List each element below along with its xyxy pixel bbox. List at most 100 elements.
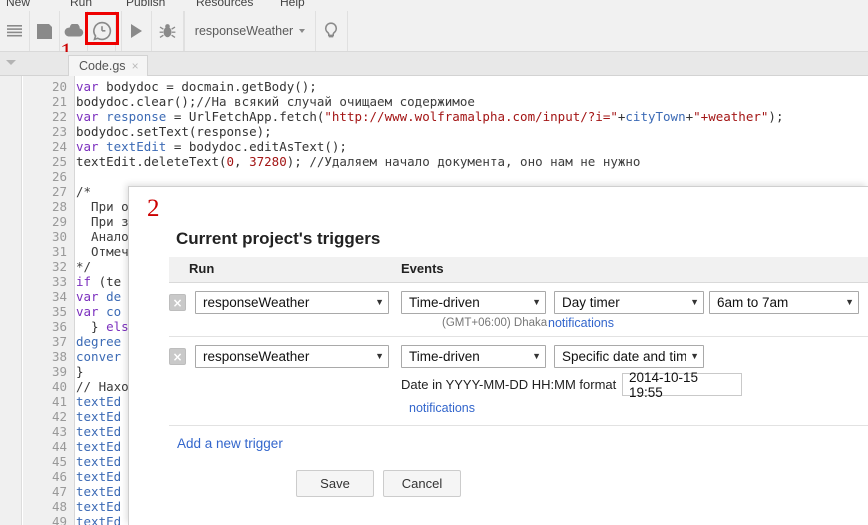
line-number: 27 <box>51 184 67 199</box>
code-line: */ <box>76 259 92 274</box>
line-number: 21 <box>51 94 67 109</box>
delete-trigger-button[interactable]: × <box>169 348 186 365</box>
triggers-clock-button[interactable] <box>88 11 116 51</box>
event-source-select[interactable]: Time-driven ▼ <box>401 291 546 314</box>
code-line: var de <box>76 289 122 304</box>
tab-label: Code.gs <box>79 59 126 73</box>
date-input-value: 2014-10-15 19:55 <box>629 369 699 400</box>
chevron-down-icon: ▼ <box>690 297 699 307</box>
chevron-down-icon <box>299 29 306 33</box>
line-number: 20 <box>51 79 67 94</box>
column-header-events: Events <box>401 261 444 276</box>
table-row: × responseWeather ▼ Time-driven ▼ Day ti… <box>169 283 868 337</box>
timer-type-select[interactable]: Day timer ▼ <box>554 291 704 314</box>
lightbulb-icon <box>324 22 337 38</box>
run-button[interactable] <box>121 11 152 51</box>
code-line: textEd <box>76 454 122 469</box>
chevron-down-icon[interactable] <box>6 60 16 65</box>
line-number: 43 <box>51 424 67 439</box>
line-number: 35 <box>51 304 67 319</box>
lightbulb-button[interactable] <box>314 11 348 51</box>
line-number: 39 <box>51 364 67 379</box>
line-number: 40 <box>51 379 67 394</box>
run-function-value: responseWeather <box>203 349 310 364</box>
debug-bug-icon <box>159 24 176 38</box>
event-source-value: Time-driven <box>409 295 480 310</box>
run-function-select[interactable]: responseWeather ▼ <box>195 345 389 368</box>
menu-lines-icon[interactable] <box>0 11 30 51</box>
function-selector[interactable]: responseWeather <box>184 11 316 51</box>
timer-type-select[interactable]: Specific date and tim ▼ <box>554 345 704 368</box>
debug-button[interactable] <box>152 11 184 51</box>
code-line: // Нахо <box>76 379 129 394</box>
code-line: textEd <box>76 469 122 484</box>
code-line: textEd <box>76 439 122 454</box>
chevron-down-icon: ▼ <box>532 351 541 361</box>
chevron-down-icon: ▼ <box>845 297 854 307</box>
menu-item-resources[interactable]: Resources <box>196 0 253 9</box>
code-line: var co <box>76 304 122 319</box>
function-selector-label: responseWeather <box>194 24 294 38</box>
line-number: 46 <box>51 469 67 484</box>
code-line: /* <box>76 184 92 199</box>
tab-code-gs[interactable]: Code.gs × <box>68 55 148 76</box>
code-line: textEd <box>76 499 122 514</box>
notifications-link[interactable]: notifications <box>409 401 475 415</box>
timer-type-value: Day timer <box>562 295 620 310</box>
close-icon[interactable]: × <box>132 59 139 73</box>
code-line: textEd <box>76 484 122 499</box>
save-button[interactable]: Save <box>296 470 374 497</box>
date-input[interactable]: 2014-10-15 19:55 <box>622 370 742 400</box>
code-line: conver <box>76 349 122 364</box>
menu-lines-glyph <box>7 24 22 36</box>
save-icon <box>37 23 52 39</box>
line-number: 47 <box>51 484 67 499</box>
time-range-select[interactable]: 6am to 7am ▼ <box>709 291 859 314</box>
line-number: 30 <box>51 229 67 244</box>
line-number: 36 <box>51 319 67 334</box>
delete-trigger-button[interactable]: × <box>169 294 186 311</box>
menu-item-help[interactable]: Help <box>280 0 305 9</box>
code-line: degree <box>76 334 122 349</box>
run-function-value: responseWeather <box>203 295 310 310</box>
event-source-select[interactable]: Time-driven ▼ <box>401 345 546 368</box>
code-line: bodydoc.setText(response); <box>76 124 272 139</box>
chevron-down-icon: ▼ <box>375 351 384 361</box>
time-range-value: 6am to 7am <box>717 295 789 310</box>
triggers-dialog: Current project's triggers Run Events × … <box>128 186 868 525</box>
cancel-button[interactable]: Cancel <box>383 470 461 497</box>
dialog-title: Current project's triggers <box>176 229 381 248</box>
line-number: 25 <box>51 154 67 169</box>
editor-left-rail <box>0 76 22 525</box>
menu-item-publish[interactable]: Publish <box>126 0 165 9</box>
line-number: 33 <box>51 274 67 289</box>
save-button[interactable] <box>30 11 60 51</box>
line-number: 32 <box>51 259 67 274</box>
menu-item-run[interactable]: Run <box>70 0 92 9</box>
code-line: var response = UrlFetchApp.fetch("http:/… <box>76 109 784 124</box>
run-function-select[interactable]: responseWeather ▼ <box>195 291 389 314</box>
code-line: } els <box>76 319 129 334</box>
code-line: textEd <box>76 514 122 525</box>
code-line: textEd <box>76 394 122 409</box>
code-line: textEd <box>76 409 122 424</box>
line-number: 24 <box>51 139 67 154</box>
line-number-gutter: 20 21 22 23 24 25 26 27 28 29 30 31 32 33 34 35 36 37 38 39… <box>23 76 75 525</box>
add-new-trigger-link[interactable]: Add a new trigger <box>177 436 283 451</box>
menu-item-new[interactable]: New <box>6 0 30 9</box>
clock-triggers-icon <box>92 21 111 41</box>
line-number: 22 <box>51 109 67 124</box>
column-header-run: Run <box>189 261 215 276</box>
code-line: } <box>76 364 84 379</box>
code-line: bodydoc.clear();//На всякий случай очища… <box>76 94 475 109</box>
event-source-value: Time-driven <box>409 349 480 364</box>
timezone-label: (GMT+06:00) Dhaka <box>442 317 548 329</box>
code-line: textEdit.deleteText(0, 37280); //Удаляем… <box>76 154 641 169</box>
line-number: 34 <box>51 289 67 304</box>
chevron-down-icon: ▼ <box>690 351 699 361</box>
notifications-link[interactable]: notifications <box>548 316 614 330</box>
line-number: 41 <box>51 394 67 409</box>
code-line: var textEdit = bodydoc.editAsText(); <box>76 139 347 154</box>
table-header-row: Run Events <box>169 257 868 283</box>
line-number: 37 <box>51 334 67 349</box>
